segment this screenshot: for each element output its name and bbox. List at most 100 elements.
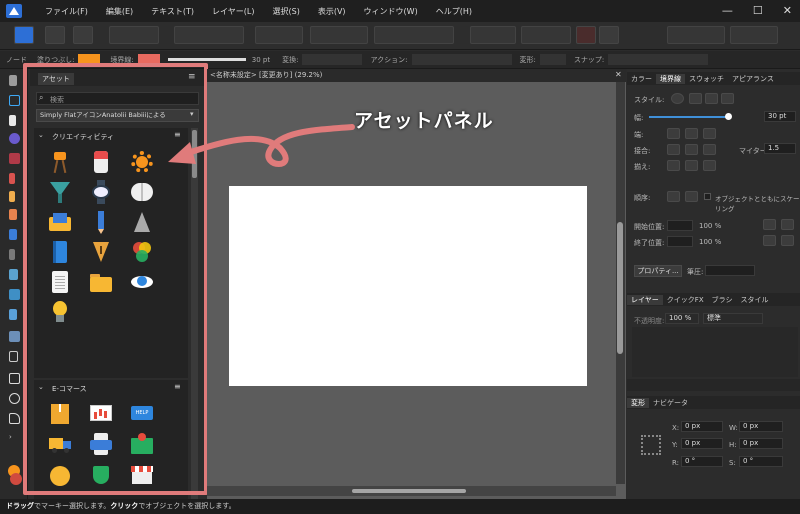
artboard[interactable] (229, 186, 587, 386)
tab-styles[interactable]: スタイル (737, 295, 773, 305)
order-behind-icon[interactable] (667, 191, 680, 202)
corner-tool-icon[interactable] (9, 153, 20, 164)
arrow-align-icon[interactable] (763, 219, 776, 230)
size-group[interactable] (730, 26, 778, 44)
square-cap-icon[interactable] (703, 128, 716, 139)
h-field[interactable]: 0 px (739, 438, 783, 449)
move-tool-icon[interactable] (9, 75, 17, 86)
stroke-width-slider[interactable] (167, 58, 246, 61)
end-arrow-select[interactable] (667, 236, 693, 247)
export-persona-icon[interactable] (73, 26, 93, 44)
menu-item-4[interactable]: 選択(S) (264, 6, 309, 17)
rotation-field[interactable]: 0 ° (681, 456, 723, 467)
close-document-icon[interactable]: ✕ (615, 70, 622, 79)
bevel-join-icon[interactable] (703, 144, 716, 155)
no-stroke-icon[interactable] (671, 93, 684, 104)
spacing-group[interactable] (667, 26, 725, 44)
solid-line-icon[interactable] (689, 93, 702, 104)
start-arrow-select[interactable] (667, 220, 693, 231)
designer-persona-icon[interactable] (14, 26, 34, 44)
minimize-icon[interactable]: — (722, 4, 733, 17)
tab-appearance[interactable]: アピアランス (728, 74, 778, 84)
end-scale[interactable]: 100 % (699, 238, 721, 246)
menu-item-6[interactable]: ウィンドウ(W) (355, 6, 427, 17)
stroke-color-icon[interactable] (10, 473, 22, 485)
pixel-persona-icon[interactable] (45, 26, 65, 44)
brush-line-icon[interactable] (721, 93, 734, 104)
eyedropper-tool-icon[interactable] (9, 309, 17, 320)
tab-quickfx[interactable]: クイックFX (663, 295, 708, 305)
transform-buttons[interactable] (302, 54, 363, 65)
fill-tool-icon[interactable] (9, 229, 17, 240)
opacity-field[interactable]: 100 % (665, 313, 699, 324)
align-center-icon[interactable] (667, 160, 680, 171)
arrow-reset-icon[interactable] (781, 235, 794, 246)
menu-item-1[interactable]: 編集(E) (97, 6, 142, 17)
align-outside-icon[interactable] (703, 160, 716, 171)
ellipse-tool-icon[interactable] (9, 393, 20, 404)
crop-tool-icon[interactable] (9, 351, 18, 362)
stroke-width-value[interactable]: 30 pt (252, 56, 270, 64)
shear-field[interactable]: 0 ° (739, 456, 783, 467)
start-scale[interactable]: 100 % (699, 222, 721, 230)
round-join-icon[interactable] (685, 144, 698, 155)
arrange-group[interactable] (255, 26, 303, 44)
action-buttons[interactable] (411, 54, 512, 65)
pen-tool-icon[interactable] (9, 173, 15, 184)
menu-item-2[interactable]: テキスト(T) (142, 6, 203, 17)
width-slider-knob[interactable] (725, 113, 732, 120)
tab-color[interactable]: カラー (627, 74, 656, 84)
node-tool-icon[interactable] (9, 115, 16, 126)
document-tab[interactable]: <名称未設定> [変更あり] (29.2%) (207, 69, 626, 82)
isolate-group[interactable] (174, 26, 244, 44)
miter-field[interactable]: 1.5 (764, 143, 796, 154)
menu-item-0[interactable]: ファイル(F) (36, 6, 97, 17)
snap-buttons[interactable] (608, 54, 709, 65)
view-toggle-group[interactable] (109, 26, 159, 44)
rectangle-tool-icon[interactable] (9, 373, 20, 384)
width-field[interactable]: 30 pt (764, 111, 796, 122)
snapping-icon[interactable] (576, 26, 596, 44)
scale-checkbox[interactable] (704, 193, 711, 200)
triangle-tool-icon[interactable] (9, 413, 20, 424)
snap-magnet-icon[interactable] (599, 26, 619, 44)
properties-button[interactable]: プロパティ... (634, 265, 682, 277)
x-field[interactable]: 0 px (681, 421, 723, 432)
arrow-link-icon[interactable] (763, 235, 776, 246)
menu-item-3[interactable]: レイヤー(L) (203, 6, 263, 17)
anchor-grid-icon[interactable] (641, 435, 661, 455)
vector-brush-tool-icon[interactable] (9, 209, 17, 220)
transform2-buttons[interactable] (539, 54, 566, 65)
place-image-tool-icon[interactable] (9, 331, 20, 342)
gradient-tool-icon[interactable] (9, 269, 18, 280)
more-tools-icon[interactable]: › (9, 433, 20, 444)
pencil-tool-icon[interactable] (9, 191, 15, 202)
layers-list[interactable] (632, 327, 798, 377)
dash-line-icon[interactable] (705, 93, 718, 104)
round-cap-icon[interactable] (685, 128, 698, 139)
align-group[interactable] (470, 26, 516, 44)
menu-item-5[interactable]: 表示(V) (309, 6, 355, 17)
align-inside-icon[interactable] (685, 160, 698, 171)
point-transform-tool-icon[interactable] (9, 133, 20, 144)
tab-transform[interactable]: 変形 (627, 397, 649, 408)
order-front-icon[interactable] (685, 191, 698, 202)
transparency-tool-icon[interactable] (9, 289, 20, 300)
tab-swatches[interactable]: スウォッチ (685, 74, 728, 84)
arrow-swap-icon[interactable] (781, 219, 794, 230)
tab-layers[interactable]: レイヤー (627, 294, 663, 305)
app-logo-icon[interactable] (6, 4, 22, 18)
pixel-brush-tool-icon[interactable] (9, 249, 15, 260)
menu-item-7[interactable]: ヘルプ(H) (427, 6, 481, 17)
horizontal-scrollbar-thumb[interactable] (352, 489, 466, 493)
boolean-group[interactable] (374, 26, 454, 44)
tab-stroke[interactable]: 境界線 (656, 73, 685, 84)
pressure-graph[interactable] (705, 265, 755, 276)
butt-cap-icon[interactable] (667, 128, 680, 139)
width-slider[interactable] (649, 116, 729, 118)
y-field[interactable]: 0 px (681, 438, 723, 449)
insert-group[interactable] (521, 26, 571, 44)
blend-mode-select[interactable]: 標準 (703, 313, 763, 324)
transform-group[interactable] (310, 26, 368, 44)
maximize-icon[interactable]: ☐ (753, 4, 763, 17)
